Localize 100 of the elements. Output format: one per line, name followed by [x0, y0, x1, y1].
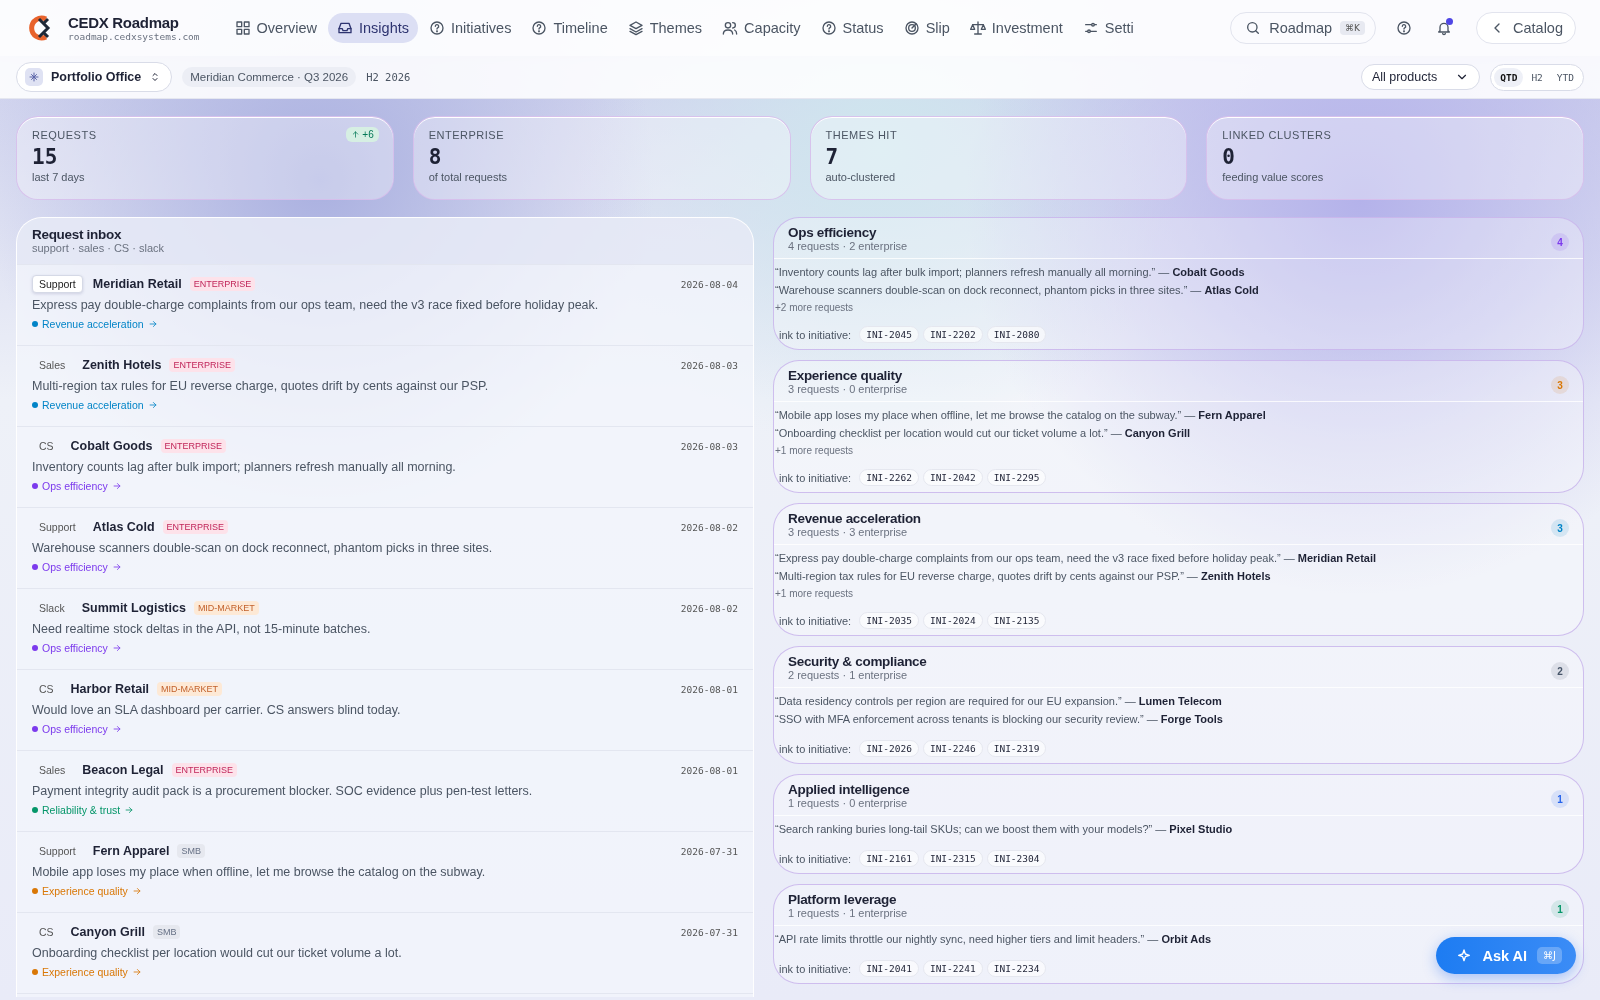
count-badge: 1 [1551, 790, 1569, 808]
nav-tab[interactable]: Insights [328, 13, 418, 43]
link-label: ink to initiative: [779, 852, 852, 865]
link-label: ink to initiative: [779, 328, 852, 341]
request-row[interactable]: Sales Beacon Legal ENTERPRISE 2026-08-01 Payment integrity audit pack is a procurement blocker. SOC evidence plus pen-test letters. Reliability & trust [17, 751, 753, 832]
nav-tab[interactable]: Investment [960, 13, 1072, 43]
theme-link[interactable]: Ops efficiency [42, 561, 108, 573]
shortcut-key: ⌘J [1537, 947, 1562, 964]
theme-link[interactable]: Reliability & trust [42, 804, 121, 816]
sliders-icon [1082, 20, 1099, 36]
segment-tag: ENTERPRISE [171, 763, 238, 777]
count-badge: 4 [1551, 233, 1569, 251]
arrow-right-icon [111, 724, 122, 734]
initiative-chip[interactable]: INI-2315 [922, 850, 983, 867]
workspace-selector[interactable]: Portfolio Office [16, 62, 173, 92]
request-row[interactable]: Support Atlas Cold ENTERPRISE 2026-08-02 Warehouse scanners double-scan on dock reconnect, phantom picks in three sites. Ops efficiency [17, 508, 753, 589]
nav-tab[interactable]: Timeline [522, 13, 617, 43]
theme-link[interactable]: Revenue acceleration [42, 399, 144, 411]
help-icon [1396, 20, 1412, 36]
nav-tab[interactable]: Themes [618, 13, 712, 43]
initiative-chip[interactable]: INI-2319 [986, 740, 1047, 757]
theme-summary: 2 requests · 1 enterprise [788, 669, 909, 681]
initiative-chip[interactable]: INI-2295 [986, 469, 1047, 486]
initiative-chip[interactable]: INI-2246 [922, 740, 983, 757]
theme-link[interactable]: Ops efficiency [42, 723, 108, 735]
theme-link[interactable]: Ops efficiency [42, 642, 108, 654]
initiative-chip[interactable]: INI-2202 [922, 326, 983, 343]
initiative-chip[interactable]: INI-2024 [922, 612, 983, 629]
range-tab[interactable]: H2 [1525, 67, 1549, 87]
initiative-chip[interactable]: INI-2042 [922, 469, 983, 486]
quote-text: “API rate limits throttle our nightly sync, need higher tiers and limit headers.” — Orbit Ads [775, 933, 1213, 945]
nav-tab[interactable]: Initiatives [420, 13, 521, 43]
theme-summary: 1 requests · 1 enterprise [788, 907, 908, 919]
customer-name: Harbor Retail [70, 682, 150, 696]
request-text: Multi-region tax rules for EU reverse charge, quotes drift by cents against our PSP. [32, 379, 490, 393]
count-badge: 2 [1551, 662, 1569, 680]
theme-link[interactable]: Ops efficiency [42, 480, 108, 492]
initiative-chip[interactable]: INI-2026 [859, 740, 919, 757]
initiative-chip[interactable]: INI-2035 [859, 612, 919, 629]
nav-tab[interactable]: Setti [1073, 13, 1143, 43]
request-row[interactable]: Sales Zenith Hotels ENTERPRISE 2026-08-03 Multi-region tax rules for EU reverse charge, quotes drift by cents against our PSP. Revenue acceleration [17, 346, 753, 427]
request-text: Warehouse scanners double-scan on dock reconnect, phantom picks in three sites. [32, 541, 494, 555]
initiative-chip[interactable]: INI-2241 [922, 960, 983, 977]
request-date: 2026-08-01 [680, 683, 738, 695]
scales-icon [969, 20, 986, 36]
quote-text: “Express pay double-charge complaints from our ops team, need the v3 race fixed before holiday peak.” — Meridian Retail [775, 552, 1378, 564]
period-label: H2 2026 [366, 71, 411, 83]
request-row[interactable]: Support Fern Apparel SMB 2026-07-31 Mobile app loses my place when offline, let me browse the catalog on the subway. Experience quality [17, 832, 753, 913]
kpi-label: REQUESTS [32, 129, 97, 141]
product-dropdown[interactable]: All products [1360, 64, 1481, 90]
initiative-chip[interactable]: INI-2304 [986, 850, 1047, 867]
segment-tag: ENTERPRISE [162, 520, 229, 534]
initiative-chip[interactable]: INI-2234 [986, 960, 1047, 977]
request-text: Inventory counts lag after bulk import; planners refresh manually all morning. [32, 460, 457, 474]
theme-title: Ops efficiency [788, 225, 878, 240]
initiative-chip[interactable]: INI-2080 [986, 326, 1047, 343]
radar-icon [903, 20, 920, 36]
range-tab[interactable]: QTD [1494, 67, 1524, 87]
request-row[interactable]: Slack Summit Logistics MID-MARKET 2026-08-02 Need realtime stock deltas in the API, not 15-minute batches. Ops efficiency [17, 589, 753, 670]
source-tag: CS [32, 437, 61, 455]
initiative-chip[interactable]: INI-2161 [859, 850, 919, 867]
customer-name: Fern Apparel [92, 844, 170, 858]
request-row[interactable]: CS Cobalt Goods ENTERPRISE 2026-08-03 Inventory counts lag after bulk import; planners refresh manually all morning. Ops efficiency [17, 427, 753, 508]
nav-tab[interactable]: Capacity [713, 13, 810, 43]
range-tab[interactable]: YTD [1550, 67, 1580, 87]
more-requests-link[interactable]: +2 more requests [775, 302, 1583, 313]
nav-tab[interactable]: Status [811, 13, 893, 43]
help-icon [820, 20, 837, 36]
request-row[interactable]: CS Harbor Retail MID-MARKET 2026-08-01 Would love an SLA dashboard per carrier. CS answers blind today. Ops efficiency [17, 670, 753, 751]
help-icon [429, 20, 445, 36]
more-requests-link[interactable]: +1 more requests [775, 445, 1583, 456]
initiative-chip[interactable]: INI-2262 [859, 469, 919, 486]
request-row[interactable]: CS Canyon Grill SMB 2026-07-31 Onboarding checklist per location would cut our ticket volume a lot. Experience quality [17, 913, 753, 994]
ask-ai-button[interactable]: Ask AI ⌘J [1436, 937, 1576, 974]
customer-name: Atlas Cold [92, 520, 155, 534]
catalog-button[interactable]: Catalog [1476, 12, 1576, 44]
theme-title: Platform leverage [788, 892, 898, 907]
initiative-chip[interactable]: INI-2041 [859, 960, 919, 977]
segment-tag: SMB [152, 925, 181, 939]
nav-tab[interactable]: Slip [894, 13, 959, 43]
app-title: CEDX Roadmap [68, 14, 180, 31]
notifications-button[interactable] [1436, 20, 1452, 36]
initiative-chip[interactable]: INI-2045 [859, 326, 919, 343]
help-button[interactable] [1396, 20, 1412, 36]
request-date: 2026-08-03 [680, 440, 738, 452]
request-date: 2026-08-03 [680, 359, 738, 371]
customer-name: Summit Logistics [81, 601, 186, 615]
theme-link[interactable]: Revenue acceleration [42, 318, 144, 330]
source-tag: Sales [32, 356, 73, 374]
kpi-value: 8 [428, 145, 443, 169]
nav-tab[interactable]: Overview [225, 13, 326, 43]
request-row[interactable]: Support Meridian Retail ENTERPRISE 2026-08-04 Express pay double-charge complaints from our ops team, need the v3 race fixed before holiday peak. Revenue acceleration [17, 265, 753, 346]
more-requests-link[interactable]: +1 more requests [775, 588, 1583, 599]
segment-tag: ENTERPRISE [189, 277, 256, 291]
initiative-chip[interactable]: INI-2135 [986, 612, 1047, 629]
sparkle-icon [1456, 947, 1473, 964]
arrow-right-icon [124, 805, 135, 815]
quote-text: “Onboarding checklist per location would cut our ticket volume a lot.” — Canyon Grill [775, 427, 1192, 439]
customer-name: Beacon Legal [82, 763, 164, 777]
kpi-label: THEMES HIT [825, 129, 898, 141]
